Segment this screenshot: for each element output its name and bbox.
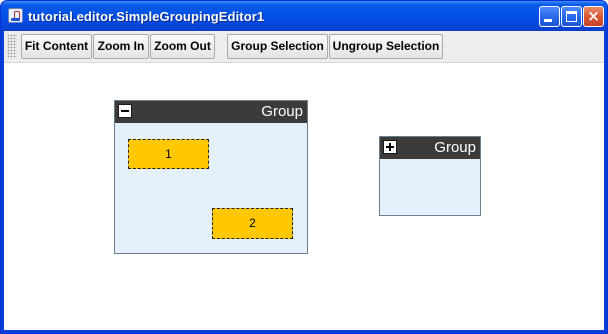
zoom-in-button[interactable]: Zoom In [93,34,149,59]
java-app-icon[interactable] [8,8,23,23]
group-title: Group [261,103,303,120]
ungroup-selection-button[interactable]: Ungroup Selection [329,34,443,59]
window-bottom-border [1,330,607,333]
group-header[interactable]: Group [380,137,480,159]
minimize-button[interactable] [539,6,560,27]
plus-icon-vertical [389,143,391,151]
maximize-icon [566,11,577,22]
close-button[interactable]: × [583,6,604,27]
zoom-out-button[interactable]: Zoom Out [150,34,215,59]
close-icon: × [587,7,600,25]
expand-toggle-icon[interactable] [383,140,397,154]
content-pane: Fit Content Zoom In Zoom Out Group Selec… [4,31,604,330]
group-node-collapsed[interactable]: Group [379,136,481,216]
group-selection-button[interactable]: Group Selection [227,34,328,59]
fit-content-button[interactable]: Fit Content [21,34,92,59]
collapse-toggle-icon[interactable] [118,104,132,118]
graph-canvas[interactable]: Group 1 2 Group [4,63,604,330]
window-title: tutorial.editor.SimpleGroupingEditor1 [28,9,265,24]
group-header[interactable]: Group [115,101,307,123]
group-node-expanded[interactable]: Group 1 2 [114,100,308,254]
minus-icon [121,110,129,112]
minimize-icon [544,19,552,22]
toolbar-grip-handle[interactable] [7,34,17,59]
title-bar[interactable]: tutorial.editor.SimpleGroupingEditor1 × [1,1,607,31]
group-title: Group [434,139,476,156]
toolbar: Fit Content Zoom In Zoom Out Group Selec… [4,31,604,63]
graph-node[interactable]: 1 [128,139,209,169]
graph-node[interactable]: 2 [212,208,293,239]
application-window: tutorial.editor.SimpleGroupingEditor1 × … [0,0,608,334]
maximize-button[interactable] [561,6,582,27]
